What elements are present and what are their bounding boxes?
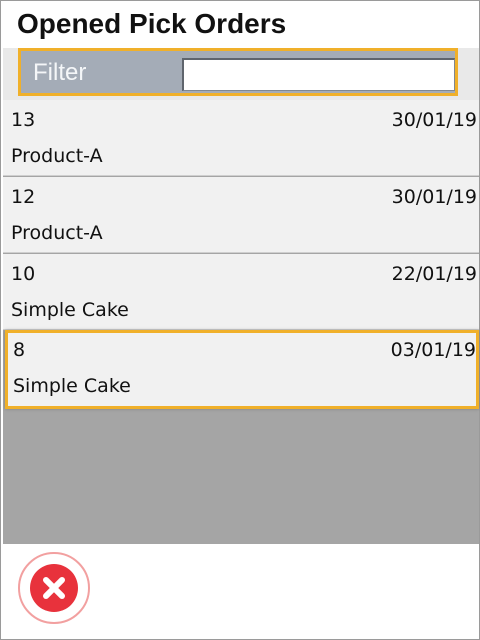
filter-bar: Filter	[3, 48, 479, 100]
close-circle-icon	[30, 564, 78, 612]
order-row[interactable]: 12 30/01/19 Product-A	[3, 177, 479, 253]
filter-label: Filter	[33, 59, 87, 86]
order-number: 12	[11, 186, 36, 208]
order-date: 22/01/19	[391, 263, 477, 285]
filter-input[interactable]	[182, 58, 455, 91]
footer-bar	[3, 544, 479, 639]
order-date: 30/01/19	[391, 109, 477, 131]
order-product: Product-A	[11, 222, 103, 244]
order-product: Simple Cake	[13, 375, 131, 397]
order-product: Product-A	[11, 145, 103, 167]
order-date: 03/01/19	[390, 339, 476, 361]
order-product: Simple Cake	[11, 299, 129, 321]
order-row-selected[interactable]: 8 03/01/19 Simple Cake	[5, 330, 479, 409]
order-number: 13	[11, 109, 36, 131]
page-title: Opened Pick Orders	[17, 8, 287, 39]
order-list: 13 30/01/19 Product-A 12 30/01/19 Produc…	[3, 100, 479, 544]
app-window: Opened Pick Orders Filter 13 30/01/19 Pr…	[0, 0, 480, 640]
order-number: 10	[11, 263, 36, 285]
filter-box: Filter	[18, 48, 458, 96]
close-button[interactable]	[18, 552, 90, 624]
order-date: 30/01/19	[391, 186, 477, 208]
order-row[interactable]: 13 30/01/19 Product-A	[3, 100, 479, 176]
close-x-icon	[43, 577, 65, 599]
order-number: 8	[13, 339, 26, 361]
order-row[interactable]: 10 22/01/19 Simple Cake	[3, 254, 479, 330]
